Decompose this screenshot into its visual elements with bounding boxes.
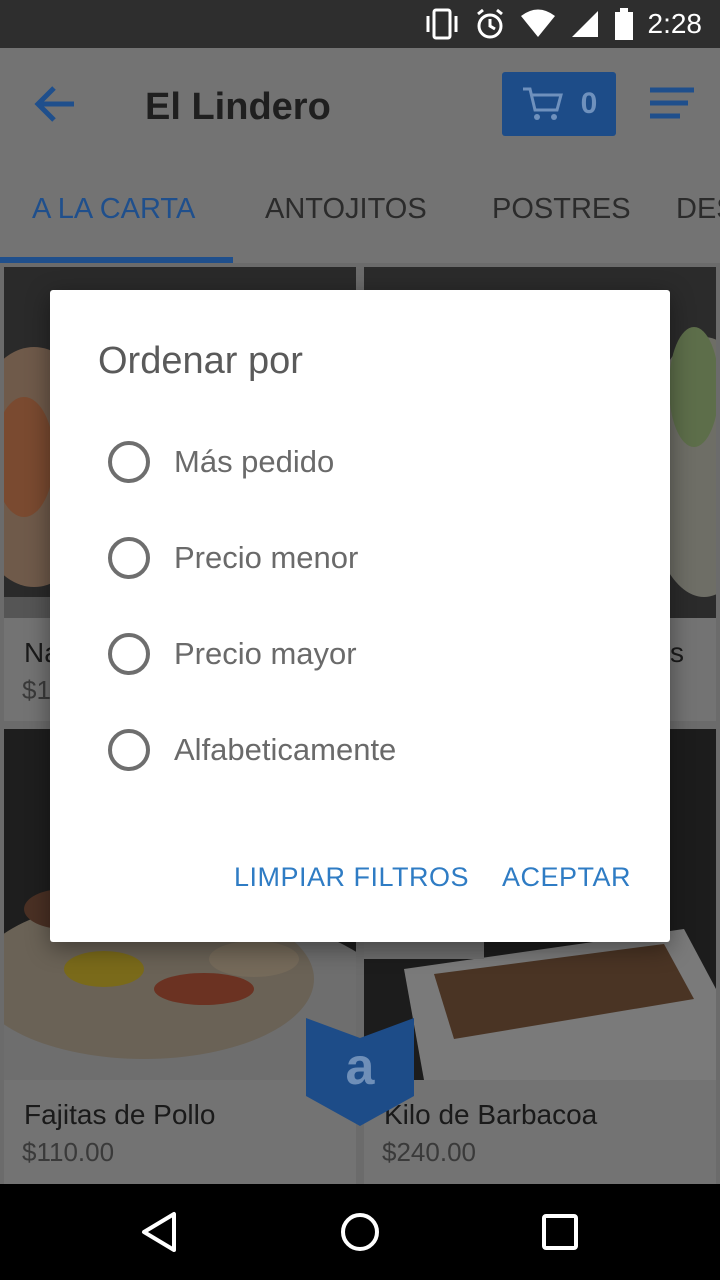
clear-filters-button[interactable]: LIMPIAR FILTROS [234,862,469,893]
option-precio-menor[interactable]: Precio menor [108,528,588,588]
page-title: El Lindero [145,86,331,128]
product-name: Fajitas de Pollo [24,1099,216,1130]
option-label: Alfabeticamente [174,732,397,767]
sort-dialog: Ordenar por Más pedido Precio menor Prec… [50,290,670,942]
status-bar: 2:28 [0,0,720,48]
logo-letter: a [346,1038,376,1096]
nav-recents-icon[interactable] [536,1208,584,1256]
cart-count: 0 [580,87,598,120]
battery-icon [614,8,633,40]
product-price: $240.00 [382,1137,476,1167]
tab-a-la-carta[interactable]: A LA CARTA [32,193,195,226]
product-price: $110.00 [22,1137,115,1167]
option-label: Precio menor [174,540,359,575]
option-alfabeticamente[interactable]: Alfabeticamente [108,720,588,780]
app-bar: El Lindero 0 [0,48,720,163]
option-label: Más pedido [174,444,335,479]
product-price: $1 [22,675,51,705]
tab-des[interactable]: DES [676,193,720,226]
wifi-icon [520,9,555,37]
nav-home-icon[interactable] [336,1208,384,1256]
back-arrow-icon[interactable] [34,82,78,126]
option-mas-pedido[interactable]: Más pedido [108,432,588,492]
dialog-title: Ordenar por [98,340,303,382]
sort-menu-icon[interactable] [650,86,694,120]
vibrate-icon [426,8,457,40]
brand-logo-button[interactable]: a [306,1008,414,1126]
radio-button[interactable] [108,537,150,579]
product-name: s [670,637,684,668]
accept-button[interactable]: ACEPTAR [502,862,631,893]
radio-button[interactable] [108,633,150,675]
option-label: Precio mayor [174,636,357,671]
signal-icon [571,11,598,37]
status-time: 2:28 [647,8,703,39]
radio-button[interactable] [108,729,150,771]
alarm-icon [476,8,503,39]
nav-back-icon[interactable] [136,1208,184,1256]
option-precio-mayor[interactable]: Precio mayor [108,624,588,684]
status-icons: 2:28 [424,0,703,48]
cart-button[interactable]: 0 [502,72,616,136]
product-name: Kilo de Barbacoa [384,1099,598,1130]
tab-antojitos[interactable]: ANTOJITOS [265,193,427,226]
system-nav-bar [0,1184,720,1280]
cart-icon [522,87,563,120]
category-tabs: A LA CARTA ANTOJITOS POSTRES DES [0,163,720,263]
tab-postres[interactable]: POSTRES [492,193,631,226]
radio-button[interactable] [108,441,150,483]
